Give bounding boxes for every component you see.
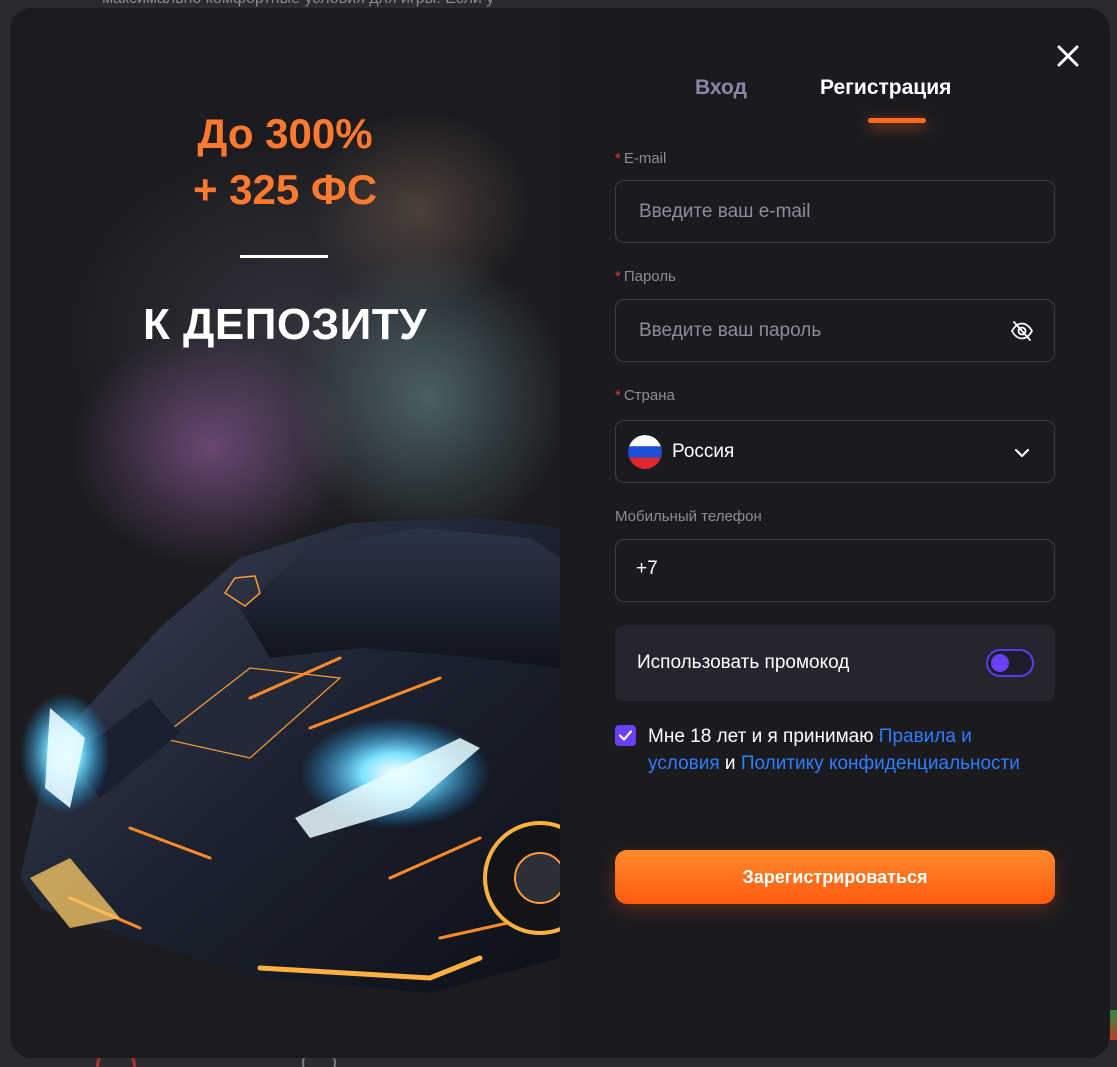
country-value: Россия: [672, 441, 735, 462]
promo-code-row: Использовать промокод: [615, 625, 1055, 701]
background-page-text: максимально комфортные условия для игры.…: [102, 0, 494, 8]
promo-panel: До 300% + 325 ФС К ДЕПОЗИТУ: [10, 8, 560, 1058]
country-label: * Страна: [615, 387, 675, 404]
register-button[interactable]: Зарегистрироваться: [615, 850, 1055, 904]
password-label: * Пароль: [615, 268, 676, 285]
terms-checkbox[interactable]: [615, 725, 636, 746]
required-marker: *: [615, 268, 621, 285]
terms-text-before: Мне 18 лет и я принимаю: [648, 726, 879, 747]
password-field-container: [615, 299, 1055, 362]
promo-code-label: Использовать промокод: [637, 652, 850, 673]
tab-login[interactable]: Вход: [695, 76, 747, 100]
promo-code-toggle[interactable]: [986, 649, 1034, 677]
russia-flag-icon: [628, 435, 662, 469]
promo-divider: [240, 255, 328, 258]
promo-bonus-percent: До 300%: [197, 110, 373, 157]
country-label-text: Страна: [623, 387, 675, 404]
country-select[interactable]: Россия: [615, 420, 1055, 483]
email-label: * E-mail: [615, 150, 666, 167]
close-icon[interactable]: [1054, 42, 1082, 70]
terms-text: Мне 18 лет и я принимаю Правила и услови…: [648, 723, 1048, 777]
checkmark-icon: [618, 730, 633, 741]
active-tab-indicator: [868, 118, 926, 123]
sports-car-image: [20, 518, 560, 993]
required-marker: *: [615, 150, 621, 167]
promo-free-spins: + 325 ФС: [192, 166, 378, 213]
phone-field[interactable]: [616, 540, 1054, 601]
email-field-container: [615, 180, 1055, 243]
promo-subtitle: К ДЕПОЗИТУ: [142, 300, 428, 349]
privacy-link[interactable]: Политику конфиденциальности: [741, 753, 1020, 774]
tab-register[interactable]: Регистрация: [820, 76, 951, 100]
password-field[interactable]: [616, 300, 1054, 361]
toggle-knob: [991, 654, 1009, 672]
email-field[interactable]: [616, 181, 1054, 242]
chevron-down-icon: [1014, 448, 1030, 458]
email-label-text: E-mail: [623, 150, 667, 167]
auth-tabs: Вход Регистрация: [615, 72, 1055, 132]
phone-label: Мобильный телефон: [615, 508, 762, 525]
terms-text-middle: и: [719, 753, 741, 774]
registration-modal: До 300% + 325 ФС К ДЕПОЗИТУ Вход Регистр…: [10, 8, 1110, 1058]
eye-slash-icon[interactable]: [1010, 319, 1034, 343]
password-label-text: Пароль: [623, 268, 676, 285]
required-marker: *: [615, 387, 621, 404]
phone-field-container: +7: [615, 539, 1055, 602]
